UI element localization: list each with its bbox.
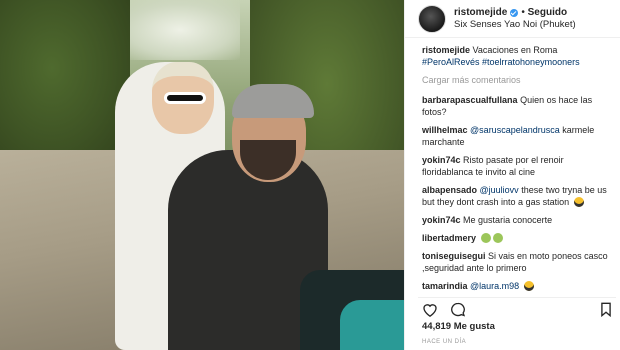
photo-sunglasses <box>164 92 206 104</box>
likes-label: Me gusta <box>453 321 495 332</box>
crying-laughing-emoji-icon <box>492 233 503 243</box>
comment-item: toniseguisegui Si vais en moto poneos ca… <box>422 250 612 274</box>
caption-text: Vacaciones en Roma <box>472 45 558 55</box>
comment-item: yokin74c Risto pasate por el renoir flor… <box>422 154 612 178</box>
crying-laughing-emoji-icon <box>480 233 491 243</box>
comment-username[interactable]: yokin74c <box>422 215 461 225</box>
following-button[interactable]: Seguido <box>528 7 567 19</box>
header-top-line: ristomejide • Seguido <box>454 7 576 19</box>
likes-number: 44,819 <box>422 321 452 332</box>
comment-mention[interactable]: @saruscapelandrusca <box>470 125 560 135</box>
username-link[interactable]: ristomejide <box>454 7 507 19</box>
post-side-panel: ristomejide • Seguido Six Senses Yao Noi… <box>404 0 620 350</box>
comment-username[interactable]: barbarapascualfullana <box>422 95 518 105</box>
photo-sky <box>120 0 240 60</box>
photo-scooter-accent <box>340 300 404 350</box>
bookmark-icon[interactable] <box>600 302 612 322</box>
comment-username[interactable]: tamarindia <box>422 281 468 291</box>
verified-badge-icon <box>510 8 519 17</box>
load-more-comments-link[interactable]: Cargar más comentarios <box>422 74 612 86</box>
comment-username[interactable]: libertadmery <box>422 233 476 243</box>
post-actions-bar <box>418 297 616 318</box>
comment-item: barbarapascualfullana Quien os hace las … <box>422 94 612 118</box>
comment-mention[interactable]: @juuliovv <box>480 185 519 195</box>
comment-item: libertadmery <box>422 232 612 244</box>
comment-username[interactable]: willhelmac <box>422 125 468 135</box>
header-text: ristomejide • Seguido Six Senses Yao Noi… <box>454 7 576 31</box>
comment-username[interactable]: yokin74c <box>422 155 461 165</box>
comment-mention[interactable]: @laura.m98 <box>470 281 519 291</box>
comment-item: yokin74c Me gustaria conocerte <box>422 214 612 226</box>
heart-icon[interactable] <box>422 302 438 322</box>
sunglasses-emoji-icon <box>573 197 584 207</box>
comment-text: Me gustaria conocerte <box>463 215 553 225</box>
photo-trees-left <box>0 0 130 170</box>
comment-item: willhelmac @saruscapelandrusca karmele m… <box>422 124 612 148</box>
caption: ristomejide Vacaciones en Roma #PeroAlRe… <box>422 44 612 68</box>
post-photo[interactable] <box>0 0 404 350</box>
likes-count[interactable]: 44,819 Me gusta <box>422 321 495 332</box>
comment-item: tamarindia @laura.m98 <box>422 280 612 292</box>
avatar[interactable] <box>418 4 446 33</box>
comments-list: ristomejide Vacaciones en Roma #PeroAlRe… <box>405 38 620 292</box>
photo-cap <box>232 84 314 118</box>
post-header: ristomejide • Seguido Six Senses Yao Noi… <box>405 0 620 38</box>
caption-hashtags[interactable]: #PeroAlRevés #toelrratohoneymooners <box>422 57 580 67</box>
comment-username[interactable]: albapensado <box>422 185 477 195</box>
caption-username[interactable]: ristomejide <box>422 45 470 55</box>
location-link[interactable]: Six Senses Yao Noi (Phuket) <box>454 19 576 31</box>
comment-username[interactable]: toniseguisegui <box>422 251 486 261</box>
comment-bubble-icon[interactable] <box>450 302 466 322</box>
post-timestamp: HACE UN DÍA <box>422 339 467 345</box>
sunglasses-emoji-icon <box>523 281 534 291</box>
comment-item: albapensado @juuliovv these two tryna be… <box>422 184 612 208</box>
